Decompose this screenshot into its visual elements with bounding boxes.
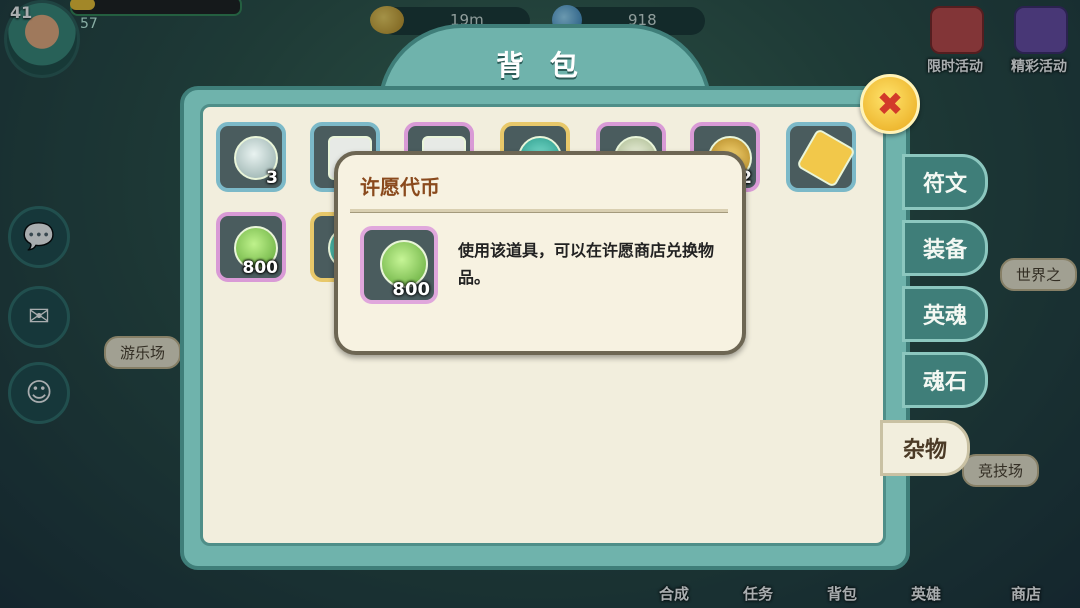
tooltip-divider xyxy=(350,209,728,213)
tab-rune[interactable]: 符文 xyxy=(902,154,988,210)
item-slot[interactable]: 3 xyxy=(216,122,286,192)
item-count: 3 xyxy=(266,168,278,188)
tooltip-title: 许愿代币 xyxy=(360,175,440,199)
item-slot[interactable] xyxy=(786,122,857,192)
tooltip-description: 使用该道具，可以在许愿商店兑换物品。 xyxy=(458,241,715,287)
close-button[interactable]: ✖ xyxy=(860,74,920,134)
tab-soul-stone[interactable]: 魂石 xyxy=(902,352,988,408)
tooltip-item-slot: 800 xyxy=(360,226,438,304)
ticket-icon xyxy=(795,127,857,189)
tab-misc[interactable]: 杂物 xyxy=(880,420,970,476)
item-slot[interactable]: 800 xyxy=(216,212,286,282)
dialog-title: 背 包 xyxy=(496,49,586,82)
tooltip-item-count: 800 xyxy=(392,279,430,300)
close-x-icon: ✖ xyxy=(876,85,904,123)
item-count: 800 xyxy=(242,258,279,278)
tab-equipment[interactable]: 装备 xyxy=(902,220,988,276)
tab-hero-soul[interactable]: 英魂 xyxy=(902,286,988,342)
